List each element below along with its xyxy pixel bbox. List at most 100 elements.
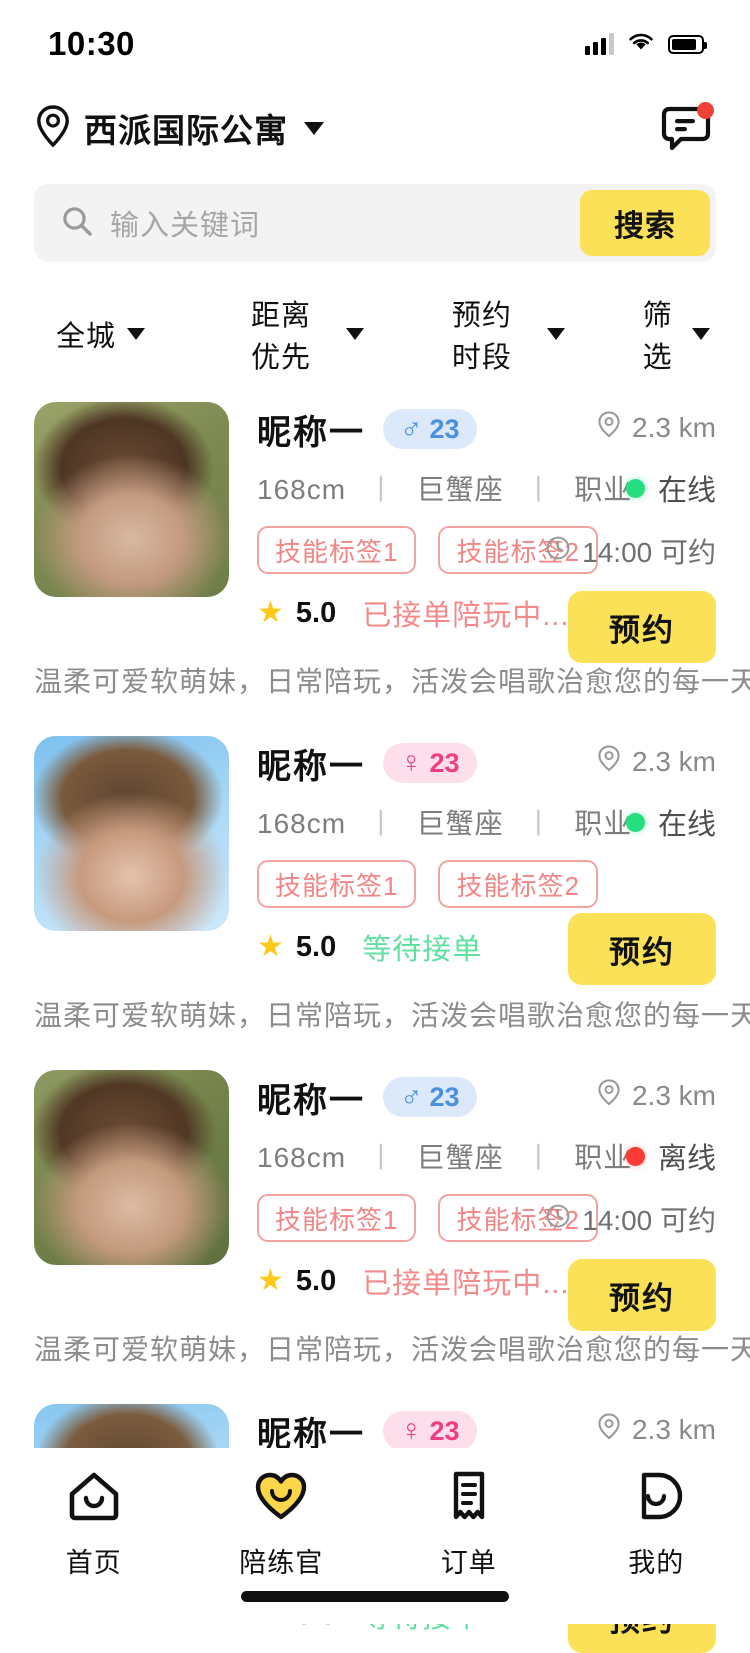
- status-bar: 10:30: [0, 0, 750, 88]
- book-button[interactable]: 预约: [568, 913, 716, 985]
- status-icons: [585, 31, 704, 57]
- rating-value: 5.0: [296, 1265, 336, 1298]
- location-pin-icon: [34, 104, 72, 153]
- male-symbol-icon: ♂: [400, 1082, 423, 1112]
- location-selector[interactable]: 西派国际公寓: [34, 104, 324, 153]
- timeslot-value: 14:00 可约: [582, 1199, 716, 1239]
- tab-coach-label: 陪练官: [239, 1541, 323, 1580]
- nickname: 昵称一: [257, 1073, 365, 1122]
- female-symbol-icon: ♀: [400, 748, 423, 778]
- nickname: 昵称一: [257, 739, 365, 788]
- distance-value: 2.3 km: [632, 412, 716, 444]
- card-divider: [0, 1034, 750, 1070]
- distance-row: 2.3 km: [506, 744, 716, 779]
- tab-coach[interactable]: 陪练官: [188, 1470, 376, 1580]
- online-label: 离线: [658, 1135, 716, 1177]
- distance-value: 2.3 km: [632, 1414, 716, 1446]
- location-name: 西派国际公寓: [84, 104, 288, 152]
- height-value: 168cm: [257, 808, 346, 839]
- search-input[interactable]: 输入关键词: [110, 202, 580, 244]
- tab-home-label: 首页: [66, 1541, 122, 1580]
- chevron-down-icon: [304, 122, 324, 135]
- battery-icon: [668, 35, 704, 54]
- search-icon: [60, 204, 94, 243]
- male-symbol-icon: ♂: [400, 414, 423, 444]
- timeslot-row: 14:00 可约: [506, 531, 716, 571]
- distance-row: 2.3 km: [506, 1078, 716, 1113]
- message-bubble-icon: [660, 139, 712, 156]
- star-icon: ★: [257, 1266, 284, 1296]
- filter-city[interactable]: 全城: [56, 313, 145, 355]
- star-icon: ★: [257, 932, 284, 962]
- rating-value: 5.0: [296, 597, 336, 630]
- avatar[interactable]: [34, 1070, 229, 1265]
- skill-tag[interactable]: 技能标签1: [257, 1194, 416, 1242]
- search-bar[interactable]: 输入关键词 搜索: [34, 184, 716, 262]
- heart-face-icon: [253, 1470, 309, 1527]
- age-value: 23: [430, 1416, 460, 1447]
- book-button[interactable]: 预约: [568, 1259, 716, 1331]
- nickname: 昵称一: [257, 405, 365, 454]
- gender-age-badge: ♀ 23: [383, 743, 477, 783]
- card-divider: [0, 700, 750, 736]
- location-pin-icon: [596, 1078, 622, 1113]
- location-pin-icon: [596, 410, 622, 445]
- tab-orders-label: 订单: [441, 1541, 497, 1580]
- list-item[interactable]: 昵称一 ♂ 23 168cm 丨 巨蟹座 丨 职业 技能标签1 技能标签2 ★ …: [0, 402, 750, 700]
- message-badge: [697, 102, 714, 119]
- star-icon: ★: [257, 598, 284, 628]
- chevron-down-icon: [346, 328, 364, 340]
- filter-more[interactable]: 筛选: [643, 292, 710, 376]
- tab-home[interactable]: 首页: [0, 1470, 188, 1580]
- bottom-tab-bar: 首页 陪练官 订单 我的: [0, 1448, 750, 1624]
- offline-dot-icon: [626, 1147, 645, 1166]
- card-side: 2.3 km 离线 14:00 可约 预约: [506, 1070, 716, 1331]
- search-button[interactable]: 搜索: [580, 190, 710, 256]
- avatar[interactable]: [34, 402, 229, 597]
- age-value: 23: [430, 414, 460, 445]
- card-main: 昵称一 ♀ 23 168cm 丨 巨蟹座 丨 职业 技能标签1 技能标签2 ★ …: [34, 736, 716, 968]
- gender-age-badge: ♂ 23: [383, 1077, 477, 1117]
- skill-tag[interactable]: 技能标签1: [257, 526, 416, 574]
- online-label: 在线: [658, 801, 716, 843]
- online-label: 在线: [658, 467, 716, 509]
- filter-more-label: 筛选: [643, 292, 681, 376]
- tab-orders[interactable]: 订单: [375, 1470, 563, 1580]
- filter-row: 全城 距离优先 预约时段 筛选: [0, 262, 750, 402]
- book-button[interactable]: 预约: [568, 591, 716, 663]
- card-divider: [0, 1368, 750, 1404]
- avatar[interactable]: [34, 736, 229, 931]
- profile-face-icon: [628, 1470, 684, 1527]
- filter-distance[interactable]: 距离优先: [251, 292, 364, 376]
- card-info: 昵称一 ♂ 23 168cm 丨 巨蟹座 丨 职业 技能标签1 技能标签2 ★ …: [229, 402, 716, 634]
- timeslot-row: 14:00 可约: [506, 1199, 716, 1239]
- height-value: 168cm: [257, 474, 346, 505]
- filter-city-label: 全城: [56, 313, 116, 355]
- age-value: 23: [430, 1082, 460, 1113]
- tab-profile[interactable]: 我的: [563, 1470, 750, 1580]
- card-side: 2.3 km 在线 14:00 可约 预约: [506, 402, 716, 663]
- online-status: 在线: [506, 801, 716, 843]
- online-status: 离线: [506, 1135, 716, 1177]
- search-row: 输入关键词 搜索: [0, 168, 750, 262]
- distance-value: 2.3 km: [632, 1080, 716, 1112]
- card-side: 2.3 km 在线 预约: [506, 736, 716, 985]
- gender-age-badge: ♀ 23: [383, 1411, 477, 1451]
- list-item[interactable]: 昵称一 ♂ 23 168cm 丨 巨蟹座 丨 职业 技能标签1 技能标签2 ★ …: [0, 1070, 750, 1368]
- list-item[interactable]: 昵称一 ♀ 23 168cm 丨 巨蟹座 丨 职业 技能标签1 技能标签2 ★ …: [0, 736, 750, 1034]
- message-button[interactable]: [660, 104, 712, 152]
- skill-tag[interactable]: 技能标签1: [257, 860, 416, 908]
- home-indicator: [241, 1591, 509, 1602]
- meta-separator: 丨: [355, 1142, 408, 1173]
- card-main: 昵称一 ♂ 23 168cm 丨 巨蟹座 丨 职业 技能标签1 技能标签2 ★ …: [34, 402, 716, 634]
- filter-timeslot[interactable]: 预约时段: [452, 292, 565, 376]
- rating-value: 5.0: [296, 931, 336, 964]
- female-symbol-icon: ♀: [400, 1416, 423, 1446]
- receipt-icon: [441, 1470, 497, 1527]
- meta-separator: 丨: [355, 474, 408, 505]
- chevron-down-icon: [692, 328, 710, 340]
- card-main: 昵称一 ♂ 23 168cm 丨 巨蟹座 丨 职业 技能标签1 技能标签2 ★ …: [34, 1070, 716, 1302]
- app-header: 西派国际公寓: [0, 88, 750, 168]
- online-status: 在线: [506, 467, 716, 509]
- card-info: 昵称一 ♂ 23 168cm 丨 巨蟹座 丨 职业 技能标签1 技能标签2 ★ …: [229, 1070, 716, 1302]
